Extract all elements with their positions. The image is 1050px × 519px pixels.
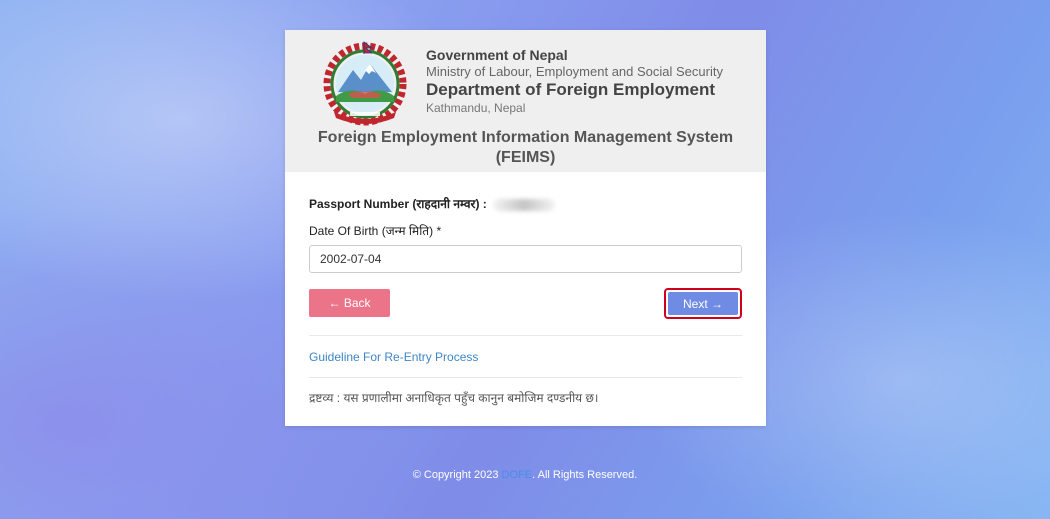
login-card: Government of Nepal Ministry of Labour, … bbox=[285, 30, 766, 426]
dofe-link[interactable]: DOFE bbox=[502, 469, 533, 481]
passport-label: Passport Number (राहदानी नम्वर) : bbox=[309, 197, 487, 211]
nepal-emblem-icon bbox=[323, 41, 407, 126]
dob-input[interactable] bbox=[309, 245, 742, 273]
dob-label: Date Of Birth (जन्म मिति) * bbox=[309, 224, 442, 238]
system-title-line2: (FEIMS) bbox=[495, 149, 556, 166]
system-title-line1: Foreign Employment Information Managemen… bbox=[317, 129, 734, 146]
divider bbox=[309, 335, 742, 336]
copyright-suffix: . All Rights Reserved. bbox=[532, 469, 638, 481]
divider bbox=[309, 377, 742, 378]
city-name: Kathmandu, Nepal bbox=[426, 101, 526, 115]
passport-row: Passport Number (राहदानी नम्वर) : bbox=[309, 196, 742, 212]
department-name: Department of Foreign Employment bbox=[426, 80, 716, 99]
next-button[interactable]: Next → bbox=[668, 292, 738, 315]
next-button-highlight: Next → bbox=[664, 288, 742, 319]
button-row: ← Back Next → bbox=[309, 288, 742, 319]
passport-value-redacted bbox=[492, 198, 555, 211]
footer: © Copyright 2023 DOFE. All Rights Reserv… bbox=[0, 468, 1050, 482]
form-body: Passport Number (राहदानी नम्वर) : Date O… bbox=[285, 196, 766, 406]
legal-note: द्रष्टव्य : यस प्रणालीमा अनाधिकृत पहुँच … bbox=[309, 391, 599, 405]
card-header: Government of Nepal Ministry of Labour, … bbox=[285, 30, 766, 172]
gov-title: Government of Nepal bbox=[426, 47, 568, 63]
guideline-link[interactable]: Guideline For Re-Entry Process bbox=[309, 349, 742, 365]
system-title: Foreign Employment Information Managemen… bbox=[285, 128, 766, 168]
back-button[interactable]: ← Back bbox=[309, 289, 390, 317]
ministry-name: Ministry of Labour, Employment and Socia… bbox=[426, 64, 723, 79]
copyright-prefix: © Copyright 2023 bbox=[412, 469, 502, 481]
